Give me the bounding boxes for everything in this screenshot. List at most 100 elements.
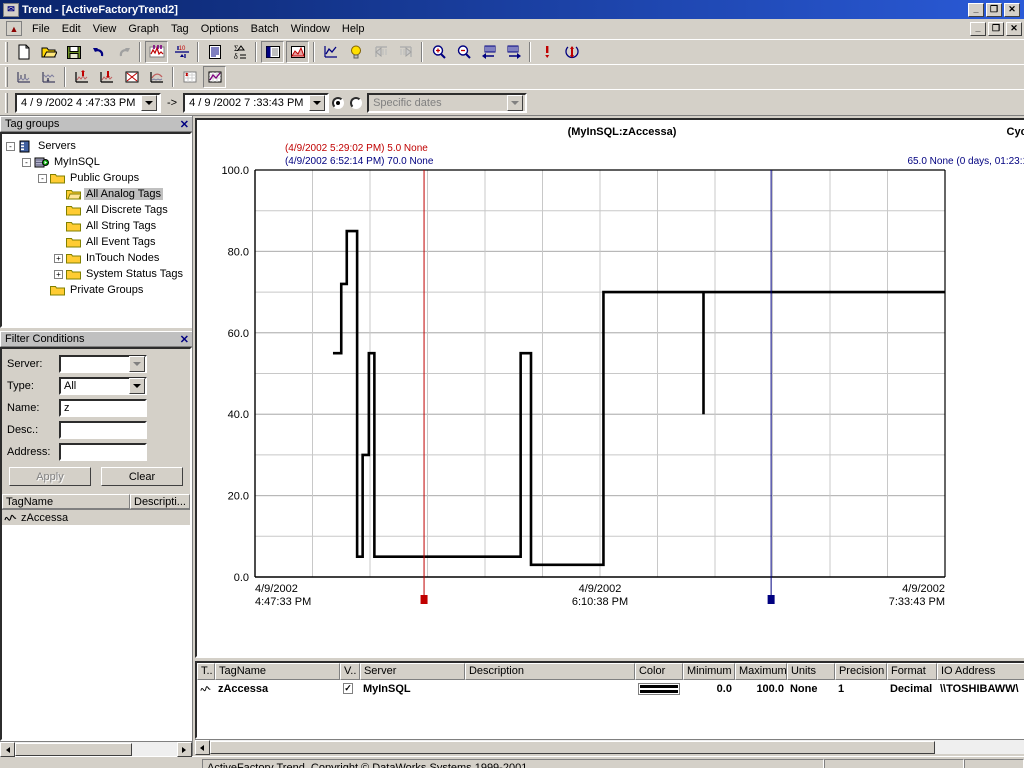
column-header-tagname[interactable]: TagName: [2, 494, 130, 509]
tree-item-myinsql[interactable]: - MyInSQL: [6, 154, 190, 170]
clear-button[interactable]: Clear: [100, 467, 183, 486]
tag-result-row[interactable]: zAccessa: [2, 510, 190, 525]
tree-item-private-groups[interactable]: Private Groups: [6, 282, 190, 298]
cursors-icon[interactable]: [560, 41, 583, 63]
line-chart-icon[interactable]: [319, 41, 342, 63]
menu-options[interactable]: Options: [195, 21, 245, 37]
radio-specific-dates[interactable]: [332, 96, 345, 109]
end-datetime-dropdown-icon[interactable]: [309, 94, 326, 111]
zoom-in-icon[interactable]: [427, 41, 450, 63]
menu-help[interactable]: Help: [336, 21, 371, 37]
column-header-description[interactable]: Descripti...: [130, 494, 190, 509]
lightbulb-icon[interactable]: [344, 41, 367, 63]
filter-conditions-close-icon[interactable]: ✕: [180, 333, 189, 346]
menu-window[interactable]: Window: [285, 21, 336, 37]
scroll-right-button[interactable]: [176, 742, 192, 757]
desc-input[interactable]: [59, 421, 147, 439]
address-input[interactable]: [59, 443, 147, 461]
scroll-right-icon[interactable]: [394, 41, 417, 63]
column-header-t[interactable]: T..: [196, 663, 215, 680]
duration-dropdown-icon[interactable]: [507, 94, 524, 111]
zoom-out-icon[interactable]: [452, 41, 475, 63]
menu-view[interactable]: View: [87, 21, 123, 37]
trend-box-icon[interactable]: [120, 66, 143, 88]
tag-table[interactable]: T.. TagName V.. Server Description Color Minim…: [194, 661, 1024, 739]
trend-tags-icon[interactable]: [145, 41, 168, 63]
expand-icon[interactable]: +: [54, 253, 63, 263]
trend-avg-icon[interactable]: [145, 66, 168, 88]
close-button[interactable]: ✕: [1004, 2, 1020, 17]
mdi-close-button[interactable]: ✕: [1006, 21, 1022, 36]
column-header-precision[interactable]: Precision: [834, 663, 887, 680]
trend-color-swatch[interactable]: [637, 682, 680, 695]
collapse-icon[interactable]: -: [6, 141, 15, 151]
report-icon[interactable]: [203, 41, 226, 63]
toolbar-grip[interactable]: [5, 92, 8, 113]
tree-item-all-event-tags[interactable]: All Event Tags: [6, 234, 190, 250]
menu-edit[interactable]: Edit: [56, 21, 87, 37]
trend-min-icon[interactable]: [12, 66, 35, 88]
tree-item-all-discrete-tags[interactable]: All Discrete Tags: [6, 202, 190, 218]
duration-combo[interactable]: Specific dates: [367, 92, 528, 113]
restore-button[interactable]: ❐: [986, 2, 1002, 17]
trend-up-icon[interactable]: [70, 66, 93, 88]
tree-item-public-groups[interactable]: - Public Groups: [6, 170, 190, 186]
type-select[interactable]: All: [59, 377, 147, 395]
trend-max-icon[interactable]: [37, 66, 60, 88]
hscroll-thumb[interactable]: [15, 743, 132, 756]
scroll-left-button[interactable]: [0, 742, 15, 757]
trend-plot[interactable]: 0.020.040.060.080.0100.04/9/20024:47:33 …: [197, 162, 987, 662]
redo-icon[interactable]: [112, 41, 135, 63]
column-header-minimum[interactable]: Minimum: [682, 663, 735, 680]
menu-batch[interactable]: Batch: [245, 21, 285, 37]
tree-item-system-status-tags[interactable]: + System Status Tags: [6, 266, 190, 282]
color-swatch[interactable]: [635, 680, 683, 697]
toggle-chart-icon[interactable]: [286, 41, 309, 63]
tree-item-all-analog-tags[interactable]: All Analog Tags: [6, 186, 190, 202]
tree-item-all-string-tags[interactable]: All String Tags: [6, 218, 190, 234]
column-header-format[interactable]: Format: [886, 663, 937, 680]
mdi-minimize-button[interactable]: _: [970, 21, 986, 36]
radio-duration[interactable]: [350, 96, 363, 109]
new-icon[interactable]: [12, 41, 35, 63]
column-header-v[interactable]: V..: [339, 663, 360, 680]
checkbox-glyph[interactable]: ✓: [342, 683, 353, 694]
table-scroll-left-button[interactable]: [194, 740, 210, 755]
open-icon[interactable]: [37, 41, 60, 63]
server-dropdown-icon[interactable]: [129, 356, 145, 372]
collapse-icon[interactable]: -: [38, 173, 47, 183]
trend-star-icon[interactable]: [178, 66, 201, 88]
toolbar-grip[interactable]: [5, 42, 8, 62]
statistics-icon[interactable]: Σδ: [228, 41, 251, 63]
red-cursor-handle[interactable]: [420, 595, 428, 604]
trend-select-icon[interactable]: [203, 66, 226, 88]
column-header-color[interactable]: Color: [634, 663, 683, 680]
toggle-panes-icon[interactable]: [261, 41, 284, 63]
mdi-document-icon[interactable]: ▲: [6, 21, 22, 36]
tag-groups-tree-panel[interactable]: - Servers - MyInSQL - Public Groups All Analog…: [0, 132, 192, 328]
menu-graph[interactable]: Graph: [122, 21, 165, 37]
table-hscroll-track[interactable]: [209, 740, 1024, 754]
tag-groups-close-icon[interactable]: ✕: [180, 118, 189, 131]
undo-icon[interactable]: [87, 41, 110, 63]
save-icon[interactable]: [62, 41, 85, 63]
trend-down-icon[interactable]: [95, 66, 118, 88]
column-header-io-address[interactable]: IO Address: [936, 663, 1024, 680]
column-header-tagname[interactable]: TagName: [214, 663, 340, 680]
collapse-icon[interactable]: -: [22, 157, 31, 167]
end-datetime-field[interactable]: 4 / 9 /2002 7 :33:43 PM: [183, 92, 330, 113]
tree-item-intouch-nodes[interactable]: + InTouch Nodes: [6, 250, 190, 266]
tree-item-servers[interactable]: - Servers: [6, 138, 190, 154]
table-row[interactable]: zAccessa ✓ MyInSQL 0.0 100.0 None 1 Decimal \\TO…: [197, 680, 1024, 697]
start-datetime-field[interactable]: 4 / 9 /2002 4 :47:33 PM: [15, 92, 161, 113]
column-header-maximum[interactable]: Maximum: [734, 663, 787, 680]
tag-table-hscrollbar[interactable]: [194, 739, 1024, 755]
pan-left-icon[interactable]: [477, 41, 500, 63]
server-select[interactable]: [59, 355, 147, 373]
apply-button[interactable]: Apply: [9, 467, 91, 486]
start-datetime-dropdown-icon[interactable]: [141, 94, 157, 111]
expand-icon[interactable]: +: [54, 269, 63, 279]
marker-icon[interactable]: [535, 41, 558, 63]
minimize-button[interactable]: _: [968, 2, 984, 17]
menu-tag[interactable]: Tag: [165, 21, 195, 37]
